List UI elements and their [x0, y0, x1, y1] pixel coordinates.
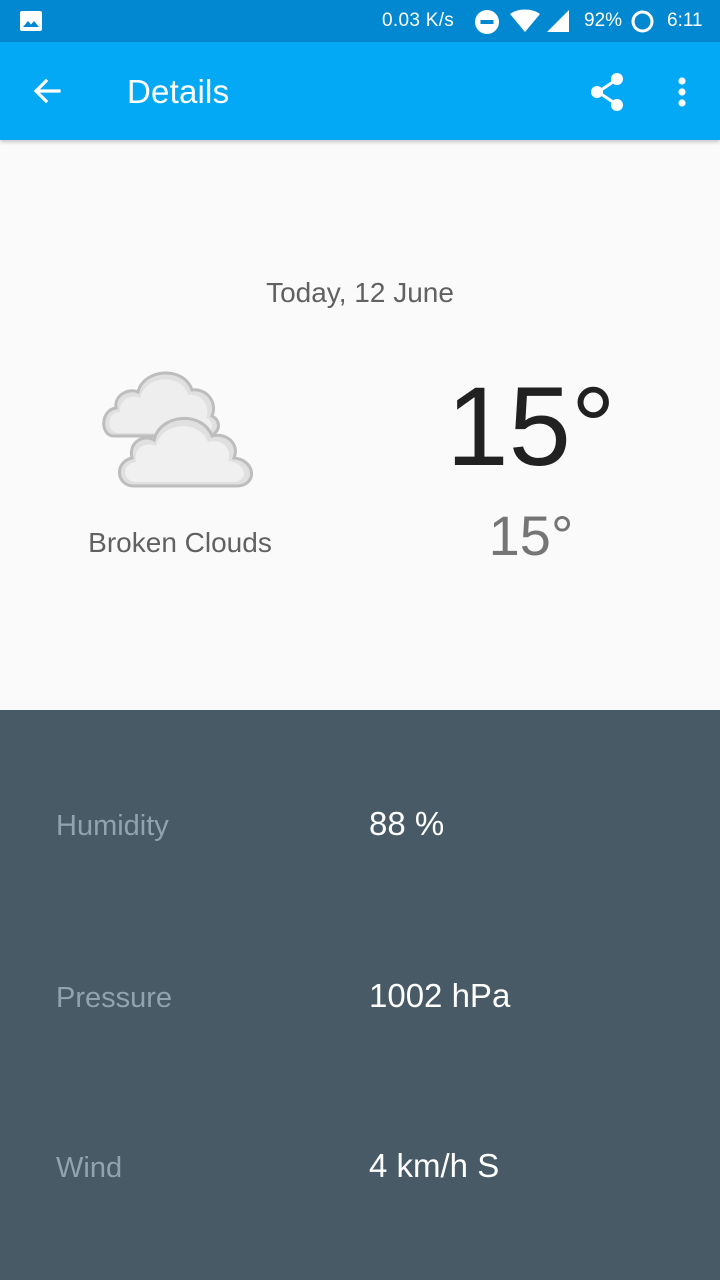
pressure-label: Pressure	[56, 982, 173, 1014]
battery-percent: 92%	[584, 10, 623, 31]
humidity-label: Humidity	[56, 810, 169, 842]
share-button[interactable]	[582, 66, 634, 118]
humidity-row: Humidity 88 %	[0, 805, 720, 868]
gallery-icon	[20, 11, 42, 31]
weather-details-screen: 0.03 K/s 92% 6:11 Details Today, 12 June…	[0, 0, 720, 1280]
do-not-disturb-icon	[475, 10, 499, 34]
pressure-value: 1002 hPa	[369, 977, 511, 1014]
arrow-back-icon	[33, 78, 61, 104]
broken-clouds-icon	[102, 371, 253, 488]
high-temperature: 15°	[446, 364, 616, 489]
battery-ring-icon	[631, 10, 654, 33]
pressure-row: Pressure 1002 hPa	[0, 977, 720, 1040]
share-icon	[591, 73, 623, 111]
forecast-date: Today, 12 June	[266, 277, 454, 308]
status-bar: 0.03 K/s 92% 6:11	[0, 0, 720, 42]
forecast-summary: Today, 12 June Broken Clouds 15° 15°	[0, 140, 720, 710]
back-button[interactable]	[20, 67, 76, 115]
wind-label: Wind	[56, 1152, 123, 1184]
low-temperature: 15°	[488, 504, 574, 567]
cell-signal-icon	[547, 10, 569, 32]
wind-row: Wind 4 km/h S	[0, 1147, 720, 1210]
weather-condition: Broken Clouds	[88, 527, 272, 558]
more-options-button[interactable]	[662, 66, 702, 118]
humidity-value: 88 %	[369, 805, 445, 842]
page-title: Details	[127, 73, 230, 110]
weather-details-panel: Humidity 88 % Pressure 1002 hPa Wind 4 k…	[0, 710, 720, 1280]
clock: 6:11	[667, 10, 703, 31]
network-speed: 0.03 K/s	[382, 10, 455, 31]
wind-value: 4 km/h S	[369, 1147, 500, 1184]
wifi-icon	[510, 9, 540, 32]
app-bar: Details	[0, 42, 720, 140]
more-vert-icon	[678, 77, 686, 107]
